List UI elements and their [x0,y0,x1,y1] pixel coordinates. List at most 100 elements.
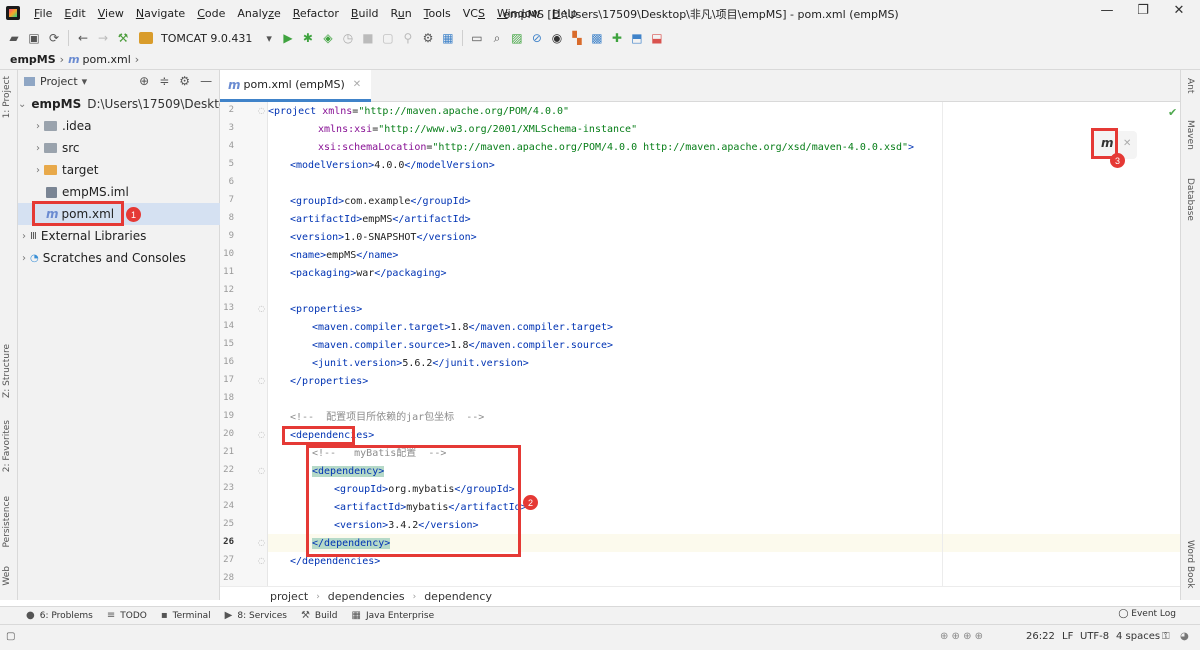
terminal-icon[interactable]: ▭ [467,28,487,48]
line-separator[interactable]: LF [1062,631,1073,642]
fold-marker-icon[interactable]: ◌ [258,466,265,475]
fold-marker-icon[interactable]: ◌ [258,556,265,565]
tab-ant[interactable]: Ant [1185,78,1195,93]
java-enterprise-tab[interactable]: ▦ Java Enterprise [352,610,435,621]
close-tab-icon[interactable]: ✕ [353,79,361,90]
hide-panel-icon[interactable]: — [200,74,212,88]
build-hammer-icon[interactable]: ⚒ [113,28,133,48]
tab-favorites[interactable]: 2: Favorites [2,420,12,472]
stop-icon[interactable]: ■ [358,28,378,48]
tool-icon[interactable]: ⬓ [647,28,667,48]
profile-icon[interactable]: ◷ [338,28,358,48]
gear-icon[interactable]: ⚙ [179,74,190,88]
todo-tab[interactable]: ≡ TODO [107,610,147,621]
indent-setting[interactable]: 4 spaces [1116,631,1160,642]
fold-marker-icon[interactable]: ◌ [258,304,265,313]
chevron-down-icon[interactable]: ▾ [82,75,88,88]
tree-root-empms[interactable]: ⌄ empMS D:\Users\17509\Desktop [18,93,234,115]
right-margin-guide [942,102,943,586]
grid-icon[interactable]: ▩ [587,28,607,48]
tab-database[interactable]: Database [1185,178,1195,221]
restore-icon[interactable]: ❐ [1128,3,1158,23]
attach-icon[interactable]: ▢ [378,28,398,48]
menu-item[interactable]: VCS [457,7,491,20]
run-icon[interactable]: ▶ [278,28,298,48]
menu-item[interactable]: Refactor [287,7,345,20]
no-entry-icon[interactable]: ⊘ [527,28,547,48]
tab-persistence[interactable]: Persistence [2,496,12,547]
tree-item-iml[interactable]: empMS.iml [18,181,220,203]
debug-icon[interactable]: ✱ [298,28,318,48]
coverage-icon[interactable]: ◈ [318,28,338,48]
palette-icon[interactable]: ▚ [567,28,587,48]
menu-item[interactable]: Run [385,7,418,20]
tab-word-book[interactable]: Word Book [1185,540,1195,588]
event-log-tab[interactable]: ◯ Event Log [1118,609,1176,619]
back-icon[interactable]: ← [73,28,93,48]
plugin-icon[interactable]: ✚ [607,28,627,48]
chevron-right-icon: › [22,230,26,242]
fold-marker-icon[interactable]: ◌ [258,376,265,385]
line-number: 20 [223,429,234,439]
menu-item[interactable]: Build [345,7,385,20]
tree-item-external-libraries[interactable]: › Ⅲ External Libraries [18,225,220,247]
crumb-dependencies[interactable]: dependencies [328,590,405,603]
file-encoding[interactable]: UTF-8 [1080,631,1109,642]
tab-project[interactable]: 1: Project [2,76,12,118]
code-line-10: <name>empMS</name> [290,250,399,261]
menu-item[interactable]: File [28,7,58,20]
run-config-selector[interactable]: TOMCAT 9.0.431 ▾ [139,32,272,45]
chart-icon[interactable]: ▨ [507,28,527,48]
tree-item-idea[interactable]: › .idea [18,115,220,137]
inspect-icon[interactable]: ◉ [547,28,567,48]
breadcrumb-project[interactable]: empMS [10,53,56,66]
forward-icon[interactable]: → [93,28,113,48]
sync-icon[interactable]: ⟳ [44,28,64,48]
menu-item[interactable]: Code [191,7,231,20]
tree-item-label: empMS.iml [62,185,129,199]
menu-item[interactable]: Tools [418,7,457,20]
folder-icon [44,143,57,153]
tab-structure[interactable]: Z: Structure [2,344,12,398]
lock-icon[interactable]: ⚿ [1162,631,1170,642]
update-icon[interactable]: ⚲ [398,28,418,48]
translate-icon[interactable]: ⬒ [627,28,647,48]
close-icon[interactable]: ✕ [1123,138,1131,149]
locate-icon[interactable]: ⊕ [139,74,149,88]
tree-item-src[interactable]: › src [18,137,220,159]
crumb-project[interactable]: project [270,590,308,603]
menu-item[interactable]: Navigate [130,7,191,20]
tree-item-target[interactable]: › target [18,159,220,181]
crumb-dependency[interactable]: dependency [424,590,492,603]
layout-icon[interactable]: ▢ [6,631,15,642]
fold-marker-icon[interactable]: ◌ [258,538,265,547]
settings-wrench-icon[interactable]: ⚙ [418,28,438,48]
menu-item[interactable]: Analyze [231,7,286,20]
project-panel-header: Project ▾ ⊕ ≑ ⚙ — [18,70,219,92]
menu-item[interactable]: View [92,7,130,20]
terminal-tab[interactable]: ▪ Terminal [161,610,211,621]
line-number: 2 [228,105,234,115]
collapse-icon[interactable]: ≑ [159,74,169,88]
tree-item-scratches[interactable]: › ◔ Scratches and Consoles [18,247,220,269]
code-line-2: <project xmlns="http://maven.apache.org/… [268,106,570,117]
tab-web[interactable]: Web [2,566,12,586]
search-icon[interactable]: ⌕ [487,28,507,48]
caret-position[interactable]: 26:22 [1026,631,1055,642]
services-tab[interactable]: ▶ 8: Services [225,610,287,621]
save-all-icon[interactable]: ▣ [24,28,44,48]
build-tab[interactable]: ⚒ Build [301,610,338,621]
project-structure-icon[interactable]: ▦ [438,28,458,48]
notifications-icon[interactable]: ◕ [1180,631,1189,642]
project-panel-title[interactable]: Project [40,75,78,88]
fold-marker-icon[interactable]: ◌ [258,106,265,115]
editor-tab-pom[interactable]: m pom.xml (empMS) ✕ [220,70,372,102]
problems-tab[interactable]: ● 6: Problems [26,610,93,621]
menu-item[interactable]: Edit [58,7,91,20]
open-folder-icon[interactable]: ▰ [4,28,24,48]
fold-marker-icon[interactable]: ◌ [258,430,265,439]
breadcrumb-file[interactable]: pom.xml [83,53,131,66]
tab-maven[interactable]: Maven [1185,120,1195,150]
minimize-icon[interactable]: — [1092,3,1122,23]
close-window-icon[interactable]: ✕ [1164,3,1194,23]
